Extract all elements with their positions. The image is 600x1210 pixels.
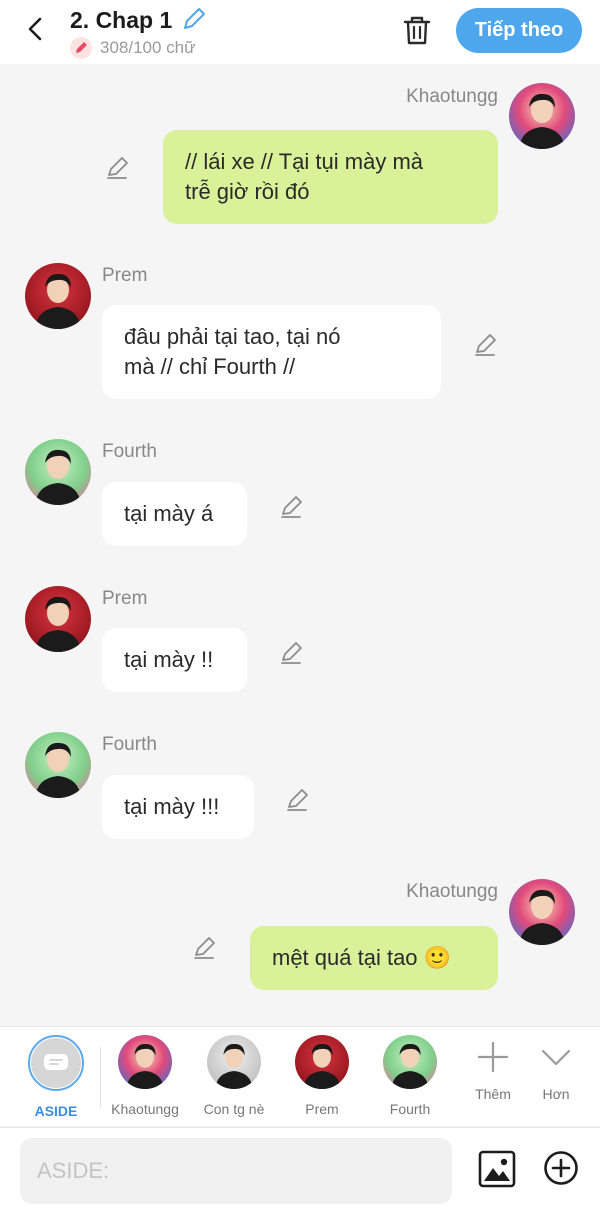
message-bubble[interactable]: tại mày !! bbox=[102, 628, 247, 692]
aside-avatar bbox=[28, 1035, 84, 1091]
character-con-tg-ne[interactable]: Con tg nè bbox=[194, 1035, 274, 1117]
sender-name: Prem bbox=[102, 265, 148, 286]
message-bubble[interactable]: đâu phải tại tao, tại nó mà // chỉ Fourt… bbox=[102, 305, 441, 399]
character-label: Con tg nè bbox=[203, 1101, 265, 1117]
character-aside[interactable]: ASIDE bbox=[16, 1035, 96, 1119]
character-fourth[interactable]: Fourth bbox=[370, 1035, 450, 1117]
character-selector-bar: ASIDE Khaotungg Con tg nè Prem Fourth Th… bbox=[0, 1026, 600, 1126]
sender-name: Khaotungg bbox=[406, 881, 498, 902]
message-line: đâu phải tại tao, tại nó bbox=[124, 324, 341, 349]
edit-pencil-icon[interactable] bbox=[191, 935, 217, 961]
message-bubble[interactable]: tại mày !!! bbox=[102, 775, 254, 839]
message-input[interactable] bbox=[20, 1138, 452, 1204]
next-button[interactable]: Tiếp theo bbox=[456, 8, 582, 53]
avatar[interactable] bbox=[25, 586, 91, 652]
edit-pencil-icon[interactable] bbox=[284, 787, 310, 813]
chapter-title: 2. Chap 1 bbox=[70, 7, 173, 33]
character-label: Prem bbox=[305, 1101, 339, 1117]
pen-badge-icon bbox=[70, 37, 92, 59]
sender-name: Prem bbox=[102, 588, 148, 609]
more-button[interactable]: Hơn bbox=[526, 1041, 586, 1102]
top-app-bar: 2. Chap 1 308/100 chữ Tiếp theo bbox=[0, 0, 600, 64]
add-circle-icon[interactable] bbox=[543, 1150, 579, 1186]
divider bbox=[100, 1047, 101, 1107]
character-prem[interactable]: Prem bbox=[282, 1035, 362, 1117]
sender-name: Fourth bbox=[102, 734, 157, 755]
avatar bbox=[295, 1035, 349, 1089]
avatar[interactable] bbox=[25, 732, 91, 798]
word-count-row: 308/100 chữ bbox=[70, 37, 196, 59]
avatar[interactable] bbox=[25, 263, 91, 329]
speech-bubble-icon bbox=[44, 1054, 68, 1070]
message-line: tại mày !!! bbox=[124, 794, 220, 819]
edit-title-pencil-icon[interactable] bbox=[181, 6, 207, 32]
message-line: mệt quá tại tao 🙂 bbox=[272, 945, 452, 970]
edit-pencil-icon[interactable] bbox=[278, 640, 304, 666]
avatar[interactable] bbox=[25, 439, 91, 505]
avatar bbox=[207, 1035, 261, 1089]
message-bubble[interactable]: tại mày á bbox=[102, 482, 247, 546]
message-bubble[interactable]: // lái xe // Tại tụi mày mà trễ giờ rồi … bbox=[163, 130, 498, 224]
character-label: ASIDE bbox=[34, 1103, 78, 1119]
image-icon[interactable] bbox=[478, 1150, 516, 1188]
chapter-title-group[interactable]: 2. Chap 1 bbox=[70, 6, 207, 34]
back-arrow-icon[interactable] bbox=[22, 14, 50, 44]
character-label: Fourth bbox=[389, 1101, 431, 1117]
message-line: tại mày !! bbox=[124, 647, 214, 672]
sender-name: Khaotungg bbox=[406, 86, 498, 107]
more-label: Hơn bbox=[542, 1086, 570, 1102]
avatar[interactable] bbox=[509, 83, 575, 149]
sender-name: Fourth bbox=[102, 441, 157, 462]
avatar bbox=[383, 1035, 437, 1089]
edit-pencil-icon[interactable] bbox=[472, 332, 498, 358]
message-line: // lái xe // Tại tụi mày mà bbox=[185, 149, 424, 174]
message-line: mà // chỉ Fourth // bbox=[124, 354, 296, 379]
composer-bar bbox=[0, 1127, 600, 1210]
message-bubble[interactable]: mệt quá tại tao 🙂 bbox=[250, 926, 498, 990]
add-label: Thêm bbox=[475, 1086, 511, 1102]
message-line: tại mày á bbox=[124, 501, 214, 526]
message-line: trễ giờ rồi đó bbox=[185, 179, 310, 204]
word-count: 308/100 chữ bbox=[100, 38, 196, 57]
chevron-down-icon bbox=[541, 1049, 571, 1066]
edit-pencil-icon[interactable] bbox=[104, 155, 130, 181]
character-khaotungg[interactable]: Khaotungg bbox=[105, 1035, 185, 1117]
avatar[interactable] bbox=[509, 879, 575, 945]
character-label: Khaotungg bbox=[111, 1101, 179, 1117]
edit-pencil-icon[interactable] bbox=[278, 494, 304, 520]
add-character-button[interactable]: Thêm bbox=[463, 1041, 523, 1102]
avatar bbox=[118, 1035, 172, 1089]
plus-icon bbox=[477, 1041, 509, 1073]
trash-icon[interactable] bbox=[400, 13, 434, 47]
